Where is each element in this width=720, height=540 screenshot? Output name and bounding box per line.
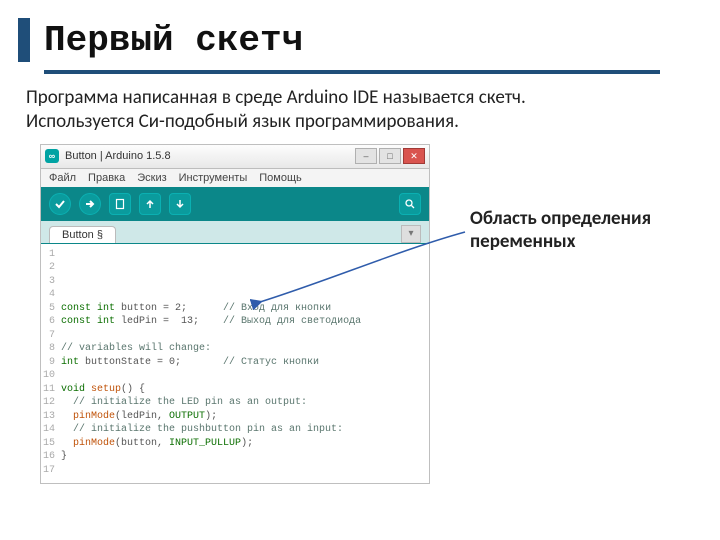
code-text: const int ledPin = 13; // Выход для свет… [61,315,361,329]
verify-button[interactable] [49,193,71,215]
title-underline [44,70,660,74]
code-line: 8// variables will change: [41,342,429,356]
line-number: 3 [41,275,61,289]
arrow-down-icon [174,198,186,210]
magnifier-icon [404,198,416,210]
code-line: 15 pinMode(button, INPUT_PULLUP); [41,437,429,451]
code-line: 13 pinMode(ledPin, OUTPUT); [41,410,429,424]
code-line: 7 [41,329,429,343]
new-button[interactable] [109,193,131,215]
serial-monitor-button[interactable] [399,193,421,215]
title-accent-bar [18,18,30,62]
line-number: 12 [41,396,61,410]
code-line: 11void setup() { [41,383,429,397]
line-number: 10 [41,369,61,383]
code-text: // variables will change: [61,342,211,356]
menu-help[interactable]: Помощь [259,172,302,184]
line-number: 9 [41,356,61,370]
line-number: 16 [41,450,61,464]
line-number: 11 [41,383,61,397]
upload-button[interactable] [79,193,101,215]
line-number: 7 [41,329,61,343]
app-icon: ∞ [45,149,59,163]
window-titlebar: ∞ Button | Arduino 1.5.8 – □ ✕ [41,145,429,169]
line-number: 13 [41,410,61,424]
line-number: 14 [41,423,61,437]
check-icon [54,198,66,210]
code-line: 9int buttonState = 0; // Статус кнопки [41,356,429,370]
line-number: 8 [41,342,61,356]
menu-tools[interactable]: Инструменты [179,172,248,184]
tab-menu-button[interactable]: ▾ [401,225,421,243]
window-controls: – □ ✕ [355,148,425,164]
tab-row: Button § ▾ [41,221,429,244]
title-row: Первый скетч [0,0,720,62]
sketch-tab[interactable]: Button § [49,226,116,243]
code-line: 2 [41,261,429,275]
slide-title: Первый скетч [44,20,303,61]
menu-edit[interactable]: Правка [88,172,125,184]
code-text: const int button = 2; // Вход для кнопки [61,302,331,316]
arrow-up-icon [144,198,156,210]
body-line-2: Используется Си-подобный язык программир… [26,110,694,134]
maximize-button[interactable]: □ [379,148,401,164]
save-button[interactable] [169,193,191,215]
code-line: 16} [41,450,429,464]
menu-file[interactable]: Файл [49,172,76,184]
open-button[interactable] [139,193,161,215]
code-text: int buttonState = 0; // Статус кнопки [61,356,319,370]
code-editor[interactable]: 12345const int button = 2; // Вход для к… [41,244,429,484]
code-line: 1 [41,248,429,262]
line-number: 6 [41,315,61,329]
slide: Первый скетч Программа написанная в сред… [0,0,720,484]
window-title-text: Button | Arduino 1.5.8 [65,150,355,162]
code-text: pinMode(ledPin, OUTPUT); [61,410,217,424]
arrow-right-icon [84,198,96,210]
code-line: 6const int ledPin = 13; // Выход для све… [41,315,429,329]
slide-body: Программа написанная в среде Arduino IDE… [0,86,720,144]
close-button[interactable]: ✕ [403,148,425,164]
line-number: 17 [41,464,61,478]
line-number: 15 [41,437,61,451]
toolbar [41,187,429,221]
code-text: } [61,450,67,464]
code-line: 12 // initialize the LED pin as an outpu… [41,396,429,410]
menu-sketch[interactable]: Эскиз [137,172,166,184]
file-icon [114,198,126,210]
code-text: void setup() { [61,383,145,397]
body-line-1: Программа написанная в среде Arduino IDE… [26,86,694,110]
line-number: 4 [41,288,61,302]
annotation-label: Область определения переменных [470,208,651,254]
arduino-ide-window: ∞ Button | Arduino 1.5.8 – □ ✕ Файл Прав… [40,144,430,485]
menu-bar: Файл Правка Эскиз Инструменты Помощь [41,169,429,187]
code-line: 3 [41,275,429,289]
line-number: 1 [41,248,61,262]
annotation-line-2: переменных [470,231,651,254]
line-number: 2 [41,261,61,275]
code-line: 14 // initialize the pushbutton pin as a… [41,423,429,437]
code-line: 4 [41,288,429,302]
code-line: 10 [41,369,429,383]
code-text: pinMode(button, INPUT_PULLUP); [61,437,253,451]
annotation-line-1: Область определения [470,208,651,231]
line-number: 5 [41,302,61,316]
minimize-button[interactable]: – [355,148,377,164]
code-line: 5const int button = 2; // Вход для кнопк… [41,302,429,316]
code-text: // initialize the pushbutton pin as an i… [61,423,343,437]
code-line: 17 [41,464,429,478]
code-text: // initialize the LED pin as an output: [61,396,307,410]
